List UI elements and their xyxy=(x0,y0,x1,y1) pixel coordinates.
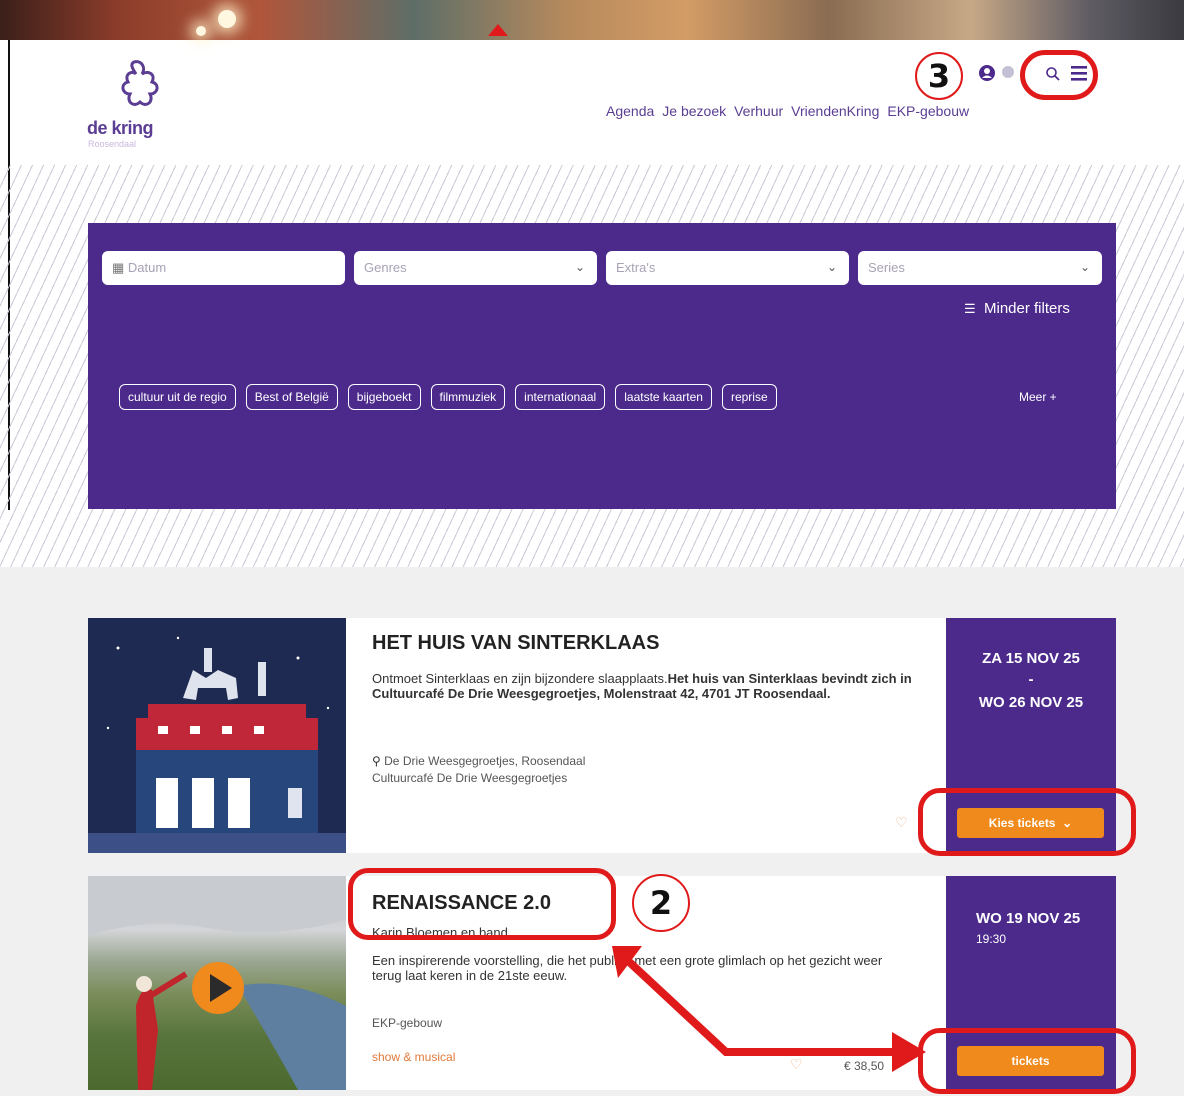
main-nav: Agenda Je bezoek Verhuur VriendenKring E… xyxy=(606,103,969,119)
tag-filmmuziek[interactable]: filmmuziek xyxy=(430,384,506,410)
logo-text[interactable]: de kring xyxy=(87,118,154,139)
annotation-ring-choose-tickets xyxy=(918,788,1136,856)
annotation-number-3: 3 xyxy=(915,52,963,100)
heart-icon[interactable]: ♡ xyxy=(790,1056,803,1073)
chevron-down-icon: ⌄ xyxy=(1079,260,1090,274)
series-select[interactable]: Series ⌄ xyxy=(858,251,1102,285)
price-text: € 38,50 xyxy=(844,1059,885,1073)
extras-placeholder: Extra's xyxy=(616,260,656,275)
event-description: Een inspirerende voorstelling, die het p… xyxy=(372,953,883,983)
event-description: Ontmoet Sinterklaas en zijn bijzondere s… xyxy=(372,671,932,701)
date-filter-input[interactable]: ▦ Datum xyxy=(102,251,345,285)
logo-icon[interactable] xyxy=(112,58,168,112)
description-text: Ontmoet Sinterklaas en zijn bijzondere s… xyxy=(372,671,668,686)
tag-internationaal[interactable]: internationaal xyxy=(515,384,606,410)
event-time: 19:30 xyxy=(976,932,1007,946)
tag-cultuur-uit-de-regio[interactable]: cultuur uit de regio xyxy=(119,384,236,410)
series-placeholder: Series xyxy=(868,260,905,275)
tag-best-of-belgie[interactable]: Best of België xyxy=(245,384,338,410)
event-date: WO 19 NOV 25 xyxy=(976,910,1081,927)
nav-je-bezoek[interactable]: Je bezoek xyxy=(662,103,726,119)
nav-verhuur[interactable]: Verhuur xyxy=(734,103,783,119)
less-filters-button[interactable]: ☰ Minder filters xyxy=(964,300,1070,317)
nav-vriendenkring[interactable]: VriendenKring xyxy=(791,103,879,119)
nav-agenda[interactable]: Agenda xyxy=(606,103,654,119)
logo-subtitle: Roosendaal xyxy=(88,139,137,149)
extras-select[interactable]: Extra's ⌄ xyxy=(606,251,849,285)
heart-icon[interactable]: ♡ xyxy=(895,814,908,831)
cart-icon[interactable] xyxy=(1002,66,1014,78)
category-text: show & musical xyxy=(372,1050,456,1064)
genres-placeholder: Genres xyxy=(364,260,407,275)
calendar-icon: ▦ xyxy=(112,260,125,275)
more-tags-link[interactable]: Meer + xyxy=(1019,390,1057,404)
annotation-ring-title xyxy=(348,868,616,940)
map-pin-icon: ⚲ xyxy=(372,754,381,768)
annotation-number-2: 2 xyxy=(632,874,690,932)
event-title[interactable]: HET HUIS VAN SINTERKLAAS xyxy=(372,632,659,655)
date-separator: - xyxy=(1028,671,1034,688)
tag-reprise[interactable]: reprise xyxy=(721,384,777,410)
genres-select[interactable]: Genres ⌄ xyxy=(354,251,597,285)
date-placeholder: Datum xyxy=(127,260,167,275)
event-image[interactable] xyxy=(88,876,346,1090)
less-filters-label: Minder filters xyxy=(984,300,1070,317)
annotation-ring-search-menu xyxy=(1020,50,1098,100)
location-text: De Drie Weesgegroetjes, Roosendaal xyxy=(384,754,586,768)
filter-tags: cultuur uit de regio Best of België bijg… xyxy=(119,384,777,410)
annotation-ring-tickets xyxy=(918,1028,1136,1094)
event-location: ⚲ De Drie Weesgegroetjes, Roosendaal Cul… xyxy=(372,753,585,787)
tag-laatste-kaarten[interactable]: laatste kaarten xyxy=(615,384,712,410)
date-end: WO 26 NOV 25 xyxy=(978,694,1084,711)
sliders-icon: ☰ xyxy=(964,301,976,316)
chevron-down-icon: ⌄ xyxy=(826,260,837,274)
header-background-photo xyxy=(0,0,1184,40)
date-start: ZA 15 NOV 25 xyxy=(982,650,1080,667)
nav-ekp-gebouw[interactable]: EKP-gebouw xyxy=(887,103,969,119)
user-icon[interactable] xyxy=(978,64,996,82)
venue-text: Cultuurcafé De Drie Weesgegroetjes xyxy=(372,771,568,785)
venue-text: EKP-gebouw xyxy=(372,1016,443,1030)
chevron-down-icon: ⌄ xyxy=(574,260,585,274)
tag-bijgeboekt[interactable]: bijgeboekt xyxy=(347,384,421,410)
event-image[interactable] xyxy=(88,618,346,853)
